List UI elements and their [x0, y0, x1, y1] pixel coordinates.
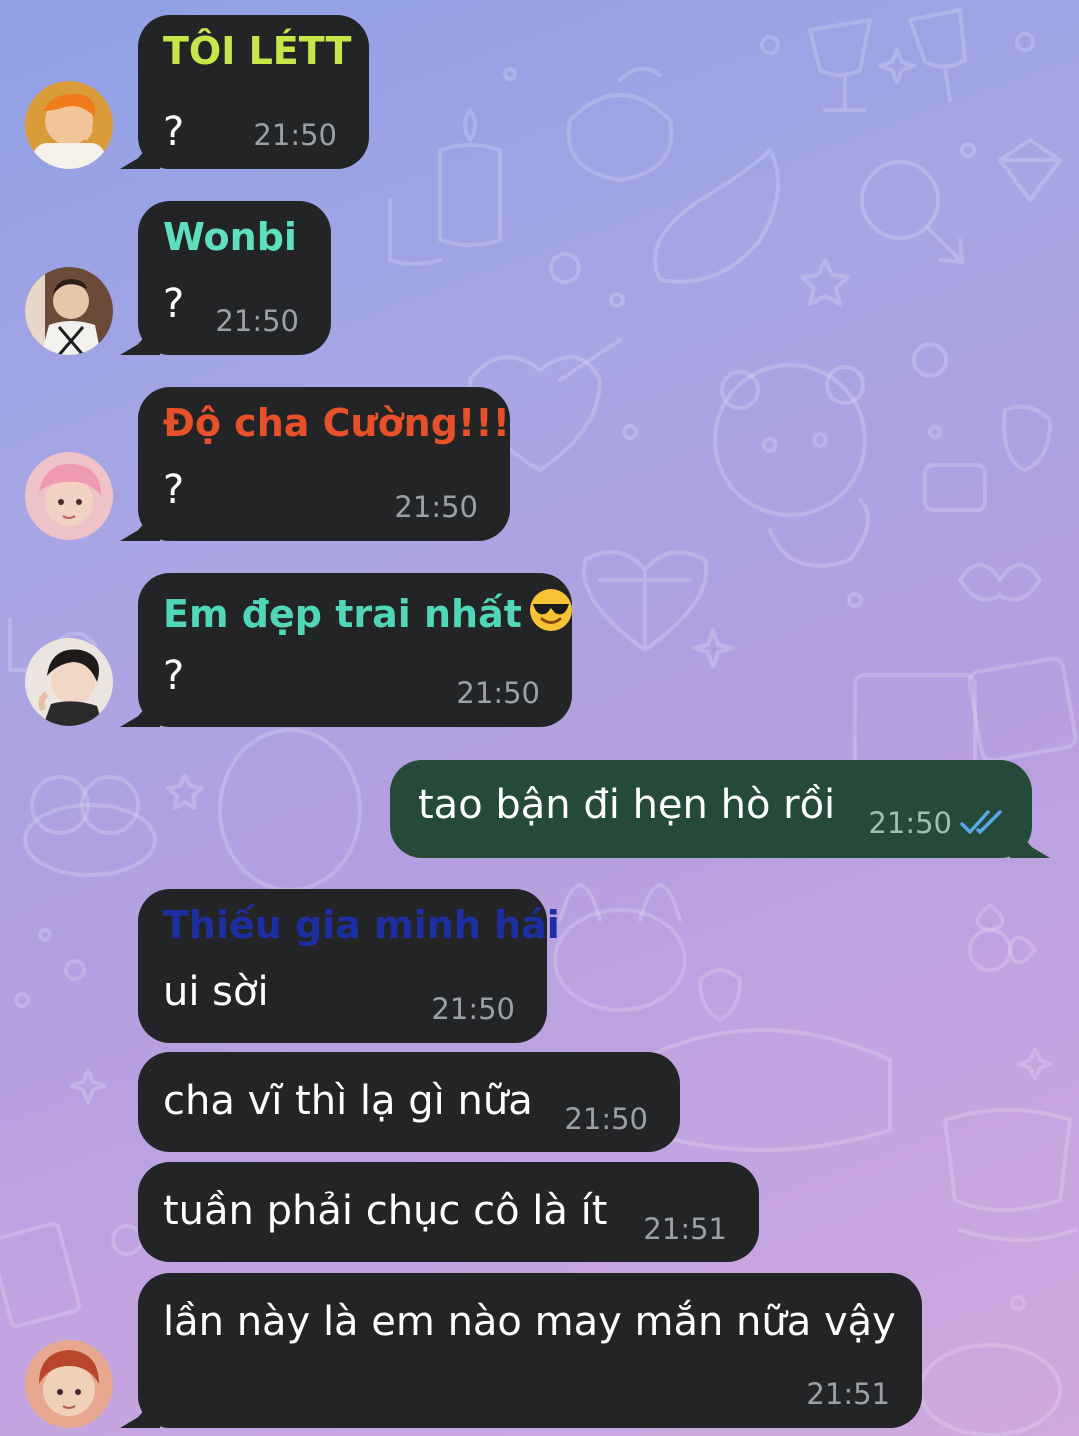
message-text: ?: [163, 109, 185, 155]
avatar[interactable]: [25, 267, 113, 355]
message-time: 21:51: [806, 1377, 890, 1411]
message-text: ?: [163, 467, 185, 513]
outgoing-message-bubble[interactable]: tao bận đi hẹn hò rồi 21:50: [390, 760, 1032, 858]
message-text: ui sời: [163, 969, 269, 1015]
avatar[interactable]: [25, 1340, 113, 1428]
message-bubble[interactable]: tuần phải chục cô là ít 21:51: [138, 1162, 759, 1262]
sender-name[interactable]: Thiếu gia minh hái: [163, 903, 560, 947]
message-time: 21:50: [215, 304, 299, 338]
message-text: lần này là em nào may mắn nữa vậy: [163, 1299, 896, 1345]
double-check-read-icon: [960, 808, 1006, 840]
message-time: 21:50: [394, 490, 478, 524]
message-bubble[interactable]: Wonbi ? 21:50: [138, 201, 331, 355]
message-text: tuần phải chục cô là ít: [163, 1188, 608, 1234]
smiling-face-with-sunglasses-icon: [528, 587, 574, 642]
message-bubble[interactable]: cha vĩ thì lạ gì nữa 21:50: [138, 1052, 680, 1152]
avatar[interactable]: [25, 638, 113, 726]
message-time: 21:50: [253, 118, 337, 152]
message-text: cha vĩ thì lạ gì nữa: [163, 1078, 533, 1124]
avatar[interactable]: [25, 81, 113, 169]
sender-name[interactable]: TÔI LÉTT: [163, 29, 351, 73]
sender-name[interactable]: Em đẹp trai nhất: [163, 587, 574, 642]
message-text: ?: [163, 653, 185, 699]
sender-name[interactable]: Độ cha Cường!!!: [163, 401, 510, 445]
sender-name[interactable]: Wonbi: [163, 215, 297, 259]
message-bubble[interactable]: lần này là em nào may mắn nữa vậy 21:51: [138, 1273, 922, 1428]
message-bubble[interactable]: Thiếu gia minh hái ui sời 21:50: [138, 889, 560, 1043]
message-time: 21:51: [643, 1212, 727, 1246]
message-time: 21:50: [431, 992, 515, 1026]
sender-name-text: Em đẹp trai nhất: [163, 592, 522, 636]
avatar[interactable]: [25, 452, 113, 540]
message-bubble[interactable]: Độ cha Cường!!! ? 21:50: [138, 387, 510, 541]
message-text: ?: [163, 281, 185, 327]
message-bubble[interactable]: TÔI LÉTT ? 21:50: [138, 15, 369, 169]
message-time: 21:50: [456, 676, 540, 710]
message-bubble[interactable]: Em đẹp trai nhất ? 21:50: [138, 573, 572, 727]
message-time: 21:50: [868, 806, 952, 840]
message-text: tao bận đi hẹn hò rồi: [418, 782, 836, 828]
message-time: 21:50: [564, 1102, 648, 1136]
